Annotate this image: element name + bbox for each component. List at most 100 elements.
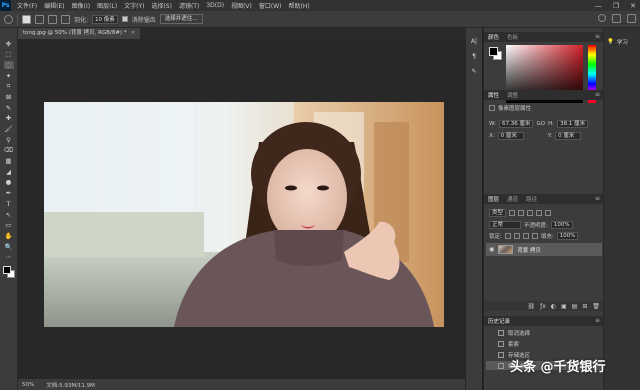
share-icon[interactable] (627, 14, 636, 23)
pen-tool-icon[interactable]: ✒ (4, 190, 14, 198)
close-window-icon[interactable]: ✕ (630, 2, 636, 10)
panel-foreground-swatch[interactable] (489, 47, 498, 56)
history-item[interactable]: 套索 (486, 339, 602, 348)
fill-input[interactable]: 100% (556, 232, 579, 240)
antialias-checkbox[interactable] (121, 16, 128, 22)
more-tools-icon[interactable]: ⋯ (4, 254, 14, 262)
lasso-preset-icon[interactable] (4, 14, 13, 24)
visibility-eye-icon[interactable]: ◉ (489, 246, 494, 253)
tab-history[interactable]: 历史记录 (488, 317, 510, 325)
learn-button[interactable]: 💡 学习 (607, 38, 628, 46)
lock-pixels-icon[interactable] (513, 233, 520, 239)
menu-help[interactable]: 帮助(H) (289, 1, 310, 10)
opacity-input[interactable]: 100% (550, 221, 573, 229)
clone-stamp-tool-icon[interactable]: ⚲ (4, 136, 14, 144)
tab-color[interactable]: 颜色 (488, 33, 499, 41)
tab-properties[interactable]: 属性 (488, 91, 499, 99)
width-input[interactable]: 67.36 厘米 (498, 120, 534, 128)
add-selection-icon[interactable] (35, 14, 44, 24)
eyedropper-tool-icon[interactable]: ✎ (4, 104, 14, 112)
panel-menu-icon[interactable]: ≡ (595, 91, 600, 98)
close-tab-icon[interactable]: × (131, 30, 136, 36)
rectangle-tool-icon[interactable]: ▭ (4, 222, 14, 230)
subtract-selection-icon[interactable] (48, 14, 57, 24)
tab-channels[interactable]: 通道 (507, 195, 518, 203)
delete-layer-icon[interactable]: 🗑 (592, 303, 600, 310)
menu-3d[interactable]: 3D(D) (206, 2, 224, 9)
filter-shape-icon[interactable] (536, 210, 543, 216)
group-icon[interactable]: ▤ (572, 303, 578, 310)
select-and-mask-button[interactable]: 选择并遮住... (159, 14, 203, 24)
healing-tool-icon[interactable]: ✚ (4, 115, 14, 123)
menu-edit[interactable]: 编辑(E) (44, 1, 64, 10)
brush-settings-icon[interactable]: ✎ (471, 68, 476, 75)
layer-filter-dropdown[interactable]: 类型 (489, 209, 507, 217)
eraser-tool-icon[interactable]: ⌫ (4, 147, 14, 155)
brush-tool-icon[interactable]: 🖌 (4, 126, 14, 134)
new-layer-icon[interactable]: ⊞ (582, 303, 587, 310)
menu-image[interactable]: 图像(I) (72, 1, 90, 10)
y-input[interactable]: 0 厘米 (555, 132, 582, 140)
lock-all-icon[interactable] (531, 233, 538, 239)
panel-menu-icon[interactable]: ≡ (595, 317, 600, 324)
layer-name[interactable]: 背景 拷贝 (517, 246, 541, 254)
canvas-area[interactable] (18, 39, 465, 378)
document-image[interactable] (44, 102, 444, 327)
zoom-level[interactable]: 50% (22, 382, 34, 388)
menu-file[interactable]: 文件(F) (17, 1, 37, 10)
color-swatches[interactable] (2, 266, 15, 279)
menu-type[interactable]: 文字(Y) (124, 1, 144, 10)
foreground-color-swatch[interactable] (2, 266, 11, 275)
minimize-icon[interactable]: — (595, 2, 602, 10)
quick-select-tool-icon[interactable]: ✦ (4, 72, 14, 80)
character-panel-icon[interactable]: A| (471, 38, 477, 45)
type-tool-icon[interactable]: T (4, 200, 14, 208)
filter-adjust-icon[interactable] (518, 210, 525, 216)
panel-menu-icon[interactable]: ≡ (595, 195, 600, 202)
link-layers-icon[interactable]: ⛓ (527, 303, 535, 310)
filter-pixel-icon[interactable] (509, 210, 516, 216)
restore-icon[interactable]: ❐ (613, 2, 619, 10)
workspace-icon[interactable] (612, 14, 621, 23)
blend-mode-dropdown[interactable]: 正常 (489, 221, 521, 229)
filter-smart-icon[interactable] (545, 210, 552, 216)
marquee-tool-icon[interactable]: ⬚ (4, 51, 14, 59)
frame-tool-icon[interactable]: ⊠ (4, 93, 14, 101)
hand-tool-icon[interactable]: ✋ (4, 232, 14, 240)
adjustment-layer-icon[interactable]: ▣ (561, 303, 567, 310)
lasso-tool-icon[interactable]: ◌ (3, 61, 14, 69)
x-input[interactable]: 0 厘米 (497, 132, 524, 140)
paragraph-panel-icon[interactable]: ¶ (472, 53, 476, 60)
tab-layers[interactable]: 图层 (488, 195, 499, 203)
menu-layer[interactable]: 图层(L) (97, 1, 117, 10)
new-selection-icon[interactable] (22, 14, 31, 24)
crop-tool-icon[interactable]: ⌗ (4, 83, 14, 91)
gradient-tool-icon[interactable]: ▦ (4, 158, 14, 166)
height-input[interactable]: 38.1 厘米 (557, 120, 589, 128)
move-tool-icon[interactable]: ✥ (4, 40, 14, 48)
zoom-tool-icon[interactable]: 🔍 (4, 243, 14, 251)
panel-menu-icon[interactable]: ≡ (595, 33, 600, 40)
fx-icon[interactable]: ƒx (540, 303, 546, 310)
document-tab[interactable]: tong.jpg @ 50% (背景 拷贝, RGB/8#) * × (18, 28, 141, 39)
mask-icon[interactable]: ◐ (551, 303, 556, 310)
menu-filter[interactable]: 滤镜(T) (179, 1, 199, 10)
menu-view[interactable]: 视图(V) (231, 1, 252, 10)
feather-input[interactable]: 10 像素 (92, 14, 118, 24)
tab-paths[interactable]: 路径 (526, 195, 537, 203)
link-label[interactable]: GO (536, 121, 545, 127)
tab-adjustments[interactable]: 调整 (507, 91, 518, 99)
path-select-tool-icon[interactable]: ↖ (4, 211, 14, 219)
dodge-tool-icon[interactable]: ● (4, 179, 14, 187)
search-icon[interactable] (598, 14, 606, 22)
layer-item[interactable]: ◉ 背景 拷贝 (486, 243, 602, 256)
menu-select[interactable]: 选择(S) (151, 1, 172, 10)
history-item[interactable]: 取消选择 (486, 328, 602, 337)
filter-type-icon[interactable] (527, 210, 534, 216)
menu-window[interactable]: 窗口(W) (259, 1, 282, 10)
lock-position-icon[interactable] (522, 233, 529, 239)
lock-transparent-icon[interactable] (504, 233, 511, 239)
intersect-selection-icon[interactable] (61, 14, 70, 24)
blur-tool-icon[interactable]: ◢ (4, 168, 14, 176)
tab-swatches[interactable]: 色板 (507, 33, 518, 41)
